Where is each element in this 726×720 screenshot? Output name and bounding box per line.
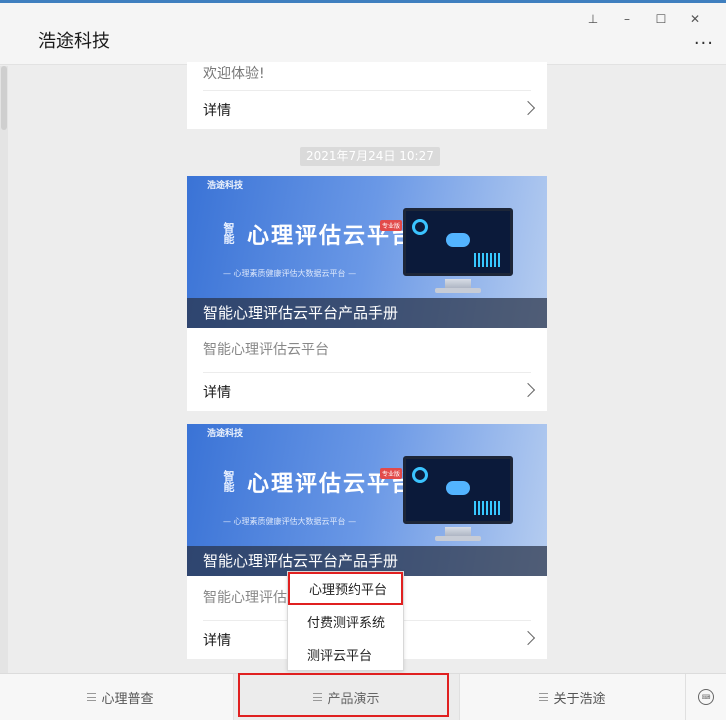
dashboard-ring [412,467,428,483]
submenu-item-paid-assessment[interactable]: 付费测评系统 [288,605,403,638]
keyboard-toggle-button[interactable]: ⌨ [686,674,726,720]
banner-prefix: 智能 [222,470,235,492]
submenu-item-appointment[interactable]: 心理预约平台 [288,572,403,605]
menu-icon [539,693,549,701]
keyboard-icon: ⌨ [698,689,714,705]
detail-label: 详情 [203,103,231,119]
monitor-base [435,536,481,541]
highlight-box [238,673,449,717]
card-summary: 欢迎体验! [203,66,265,82]
detail-label: 详情 [203,385,231,401]
article-banner[interactable]: 浩途科技 智能 心理评估云平台 专业版 — 心理素质健康评估大数据云平台 — 智… [187,176,547,328]
article-card-partial[interactable]: 欢迎体验! 详情 [187,62,547,129]
bottom-menu-edge [0,673,8,720]
window-controls: ⊥ – ☐ ✕ [576,9,712,29]
dashboard-bars [474,253,502,267]
chevron-right-icon [520,382,536,398]
cloud-icon [446,233,470,247]
monitor-base [435,288,481,293]
page-title: 浩途科技 [38,31,110,52]
close-icon[interactable]: ✕ [678,9,712,29]
menu-icon [87,693,97,701]
article-banner[interactable]: 浩途科技 智能 心理评估云平台 专业版 — 心理素质健康评估大数据云平台 — 智… [187,424,547,576]
chat-header: 浩途科技 ⊥ – ☐ ✕ ··· [0,3,726,65]
chevron-right-icon [520,100,536,116]
menu-item-label: 心理普查 [101,691,154,707]
article-caption: 智能心理评估云平台产品手册 [187,298,547,328]
monitor-illustration [403,456,513,524]
menu-item-survey[interactable]: 心理普查 [8,674,234,720]
chevron-right-icon [520,630,536,646]
detail-row[interactable]: 详情 [187,91,547,129]
scrollbar-thumb[interactable] [1,66,7,130]
monitor-illustration [403,208,513,276]
banner-badge: 专业版 [380,220,403,231]
banner-subtitle: — 心理素质健康评估大数据云平台 — [223,269,357,278]
dashboard-ring [412,219,428,235]
menu-item-label: 关于浩途 [553,691,606,707]
more-options-icon[interactable]: ··· [694,33,714,54]
pin-icon[interactable]: ⊥ [576,9,610,29]
banner-badge: 专业版 [380,468,403,479]
banner-subtitle: — 心理素质健康评估大数据云平台 — [223,517,357,526]
article-card[interactable]: 浩途科技 智能 心理评估云平台 专业版 — 心理素质健康评估大数据云平台 — 智… [187,176,547,411]
banner-logo: 浩途科技 [207,429,244,439]
maximize-icon[interactable]: ☐ [644,9,678,29]
product-demo-submenu: 心理预约平台 付费测评系统 测评云平台 [287,571,404,671]
cloud-icon [446,481,470,495]
scrollbar[interactable] [0,66,8,673]
card-summary: 智能心理评估云平台 [203,342,329,358]
dashboard-bars [474,501,502,515]
minimize-icon[interactable]: – [610,9,644,29]
menu-item-about[interactable]: 关于浩途 [460,674,686,720]
submenu-item-assessment-cloud[interactable]: 测评云平台 [288,638,403,671]
banner-logo: 浩途科技 [207,181,244,191]
detail-row[interactable]: 详情 [187,373,547,411]
message-timestamp: 2021年7月24日 10:27 [300,147,440,166]
banner-prefix: 智能 [222,222,235,244]
detail-label: 详情 [203,633,231,649]
